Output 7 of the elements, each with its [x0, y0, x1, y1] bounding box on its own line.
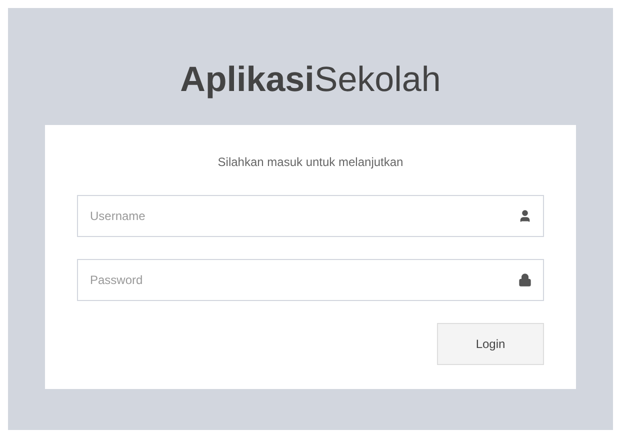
login-button[interactable]: Login — [437, 322, 544, 364]
lock-icon — [518, 272, 532, 286]
login-message: Silahkan masuk untuk melanjutkan — [216, 154, 404, 170]
password-field[interactable]: Password — [77, 258, 544, 300]
user-icon — [518, 208, 532, 222]
app-logo: AplikasiSekolah — [180, 59, 441, 101]
username-field[interactable]: Username — [77, 194, 544, 236]
